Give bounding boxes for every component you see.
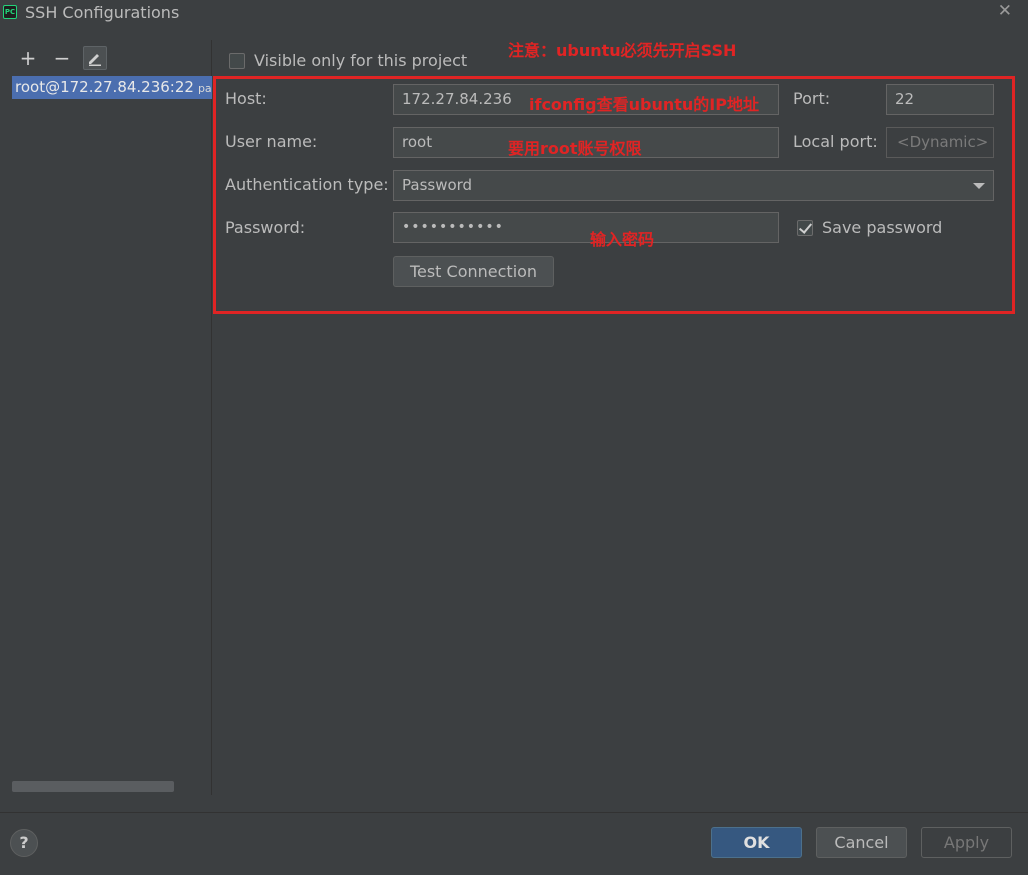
config-list-panel: + − root@172.27.84.236:22pas	[0, 40, 212, 795]
remove-icon[interactable]: −	[50, 46, 74, 70]
visible-only-checkbox[interactable]	[229, 53, 245, 69]
annotation-top-note: 注意：ubuntu必须先开启SSH	[508, 41, 737, 60]
help-icon[interactable]: ?	[10, 829, 38, 857]
ok-button[interactable]: OK	[711, 827, 802, 858]
list-item-suffix: pas	[197, 82, 212, 95]
window-title: SSH Configurations	[25, 3, 180, 22]
pycharm-app-icon: PC	[3, 5, 17, 19]
apply-button[interactable]: Apply	[921, 827, 1012, 858]
title-bar: PC SSH Configurations ✕	[0, 0, 1028, 26]
list-item-label: root@172.27.84.236:22	[15, 78, 194, 96]
footer-divider	[0, 812, 1028, 813]
visible-only-label: Visible only for this project	[254, 51, 468, 70]
annotation-host-note: ifconfig查看ubuntu的IP地址	[529, 95, 759, 114]
annotation-user-note: 要用root账号权限	[508, 139, 642, 158]
close-icon[interactable]: ✕	[998, 1, 1012, 21]
edit-pencil-icon[interactable]	[83, 46, 107, 70]
add-icon[interactable]: +	[16, 46, 40, 70]
list-item[interactable]: root@172.27.84.236:22pas	[12, 76, 212, 99]
horizontal-scrollbar[interactable]	[12, 781, 174, 792]
cancel-button[interactable]: Cancel	[816, 827, 907, 858]
annotation-password-note: 输入密码	[590, 230, 655, 249]
